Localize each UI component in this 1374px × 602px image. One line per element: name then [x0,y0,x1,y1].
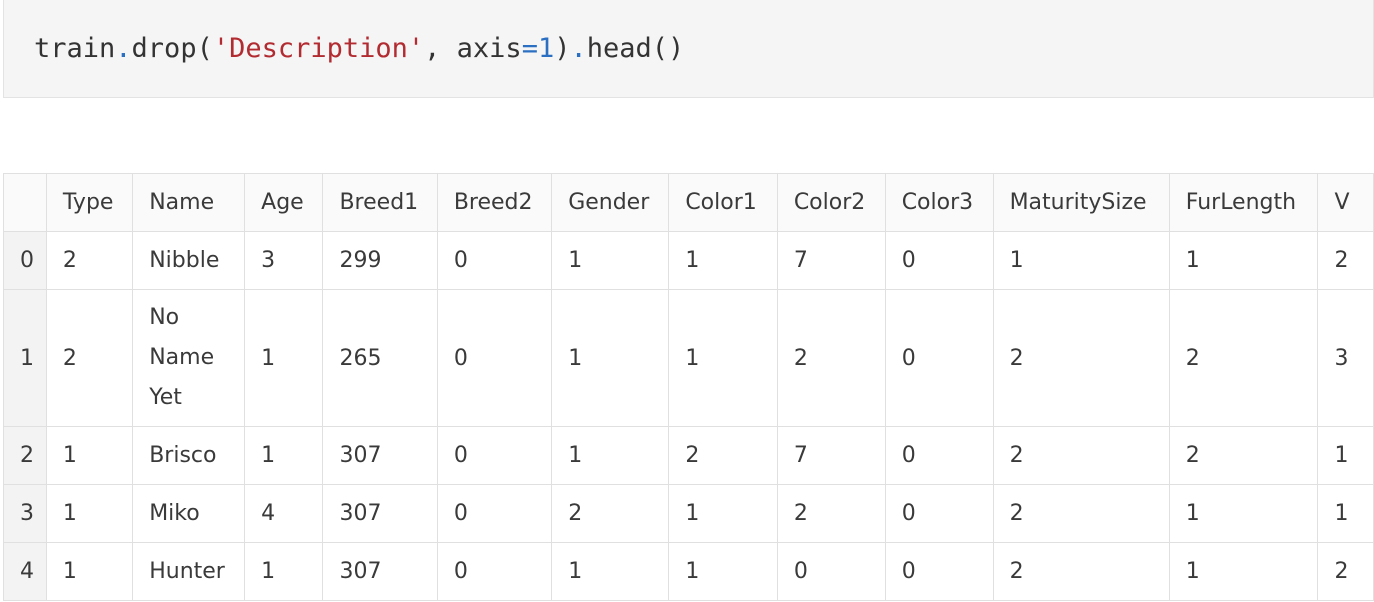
row-index: 4 [3,542,47,601]
column-header: Breed1 [322,173,438,232]
table-cell: 1 [1168,542,1319,601]
table-cell: 1 [45,542,134,601]
table-cell: 1 [668,289,778,427]
code-token-kwarg: , axis [424,33,522,64]
table-cell: No Name Yet [132,289,246,427]
code-line: train.drop('Description', axis=1).head() [34,29,684,69]
table-cell: 7 [776,231,886,290]
table-cell: 0 [884,426,994,485]
code-cell[interactable]: train.drop('Description', axis=1).head() [3,0,1374,98]
code-token-paren: ) [554,33,571,64]
table-cell: 3 [244,231,324,290]
table-row: 0 2 Nibble 3 299 0 1 1 7 0 1 1 2 [3,231,1374,290]
column-header: MaturitySize [992,173,1170,232]
table-cell: 1 [1317,484,1374,543]
table-cell: 1 [551,426,670,485]
table-cell: 2 [668,426,778,485]
code-token-equals: = [521,33,538,64]
code-token-object: train [34,33,116,64]
table-row: 2 1 Brisco 1 307 0 1 2 7 0 2 2 1 [3,426,1374,485]
table-cell: 1 [45,426,134,485]
notebook-page: train.drop('Description', axis=1).head() [0,0,1374,602]
table-cell: 1 [1317,426,1374,485]
table-cell: 0 [776,542,886,601]
table-cell: 1 [1168,484,1319,543]
table-cell: 1 [668,231,778,290]
table-cell: 2 [992,426,1170,485]
table-cell: 307 [322,542,438,601]
table-cell: 299 [322,231,438,290]
table-cell: Hunter [132,542,246,601]
column-header: V [1317,173,1374,232]
table-cell: 1 [244,289,324,427]
table-cell: 1 [551,231,670,290]
table-cell: 4 [244,484,324,543]
table-cell: Miko [132,484,246,543]
column-header: Gender [551,173,670,232]
table-header-row: Type Name Age Breed1 Breed2 Gender Color… [3,173,1374,232]
table-cell: 2 [45,231,134,290]
table-cell: 307 [322,484,438,543]
table-cell: 2 [1168,289,1319,427]
table-cell: 2 [992,289,1170,427]
table-cell: 0 [436,542,553,601]
table-cell: 2 [992,484,1170,543]
table-cell: Nibble [132,231,246,290]
row-index: 2 [3,426,47,485]
code-token-method: head() [586,33,685,64]
table-cell: 2 [551,484,670,543]
table-row: 4 1 Hunter 1 307 0 1 1 0 0 2 1 2 [3,542,1374,601]
table-cell: 7 [776,426,886,485]
table-cell: 0 [884,542,994,601]
table-cell: 2 [776,289,886,427]
code-token-string: 'Description' [212,33,425,64]
table-cell: 1 [992,231,1170,290]
code-token-dot: . [570,33,587,64]
column-header: FurLength [1168,173,1319,232]
table-cell: 265 [322,289,438,427]
column-header: Name [132,173,246,232]
table-cell: 2 [776,484,886,543]
column-header: Type [45,173,134,232]
table-cell: 1 [668,484,778,543]
column-header: Color2 [776,173,886,232]
table-cell: 0 [436,289,553,427]
column-header: Color1 [668,173,778,232]
code-token-number: 1 [537,33,555,64]
table-cell: 1 [244,426,324,485]
table-cell: 1 [244,542,324,601]
table-cell: 2 [1317,542,1374,601]
table-cell: 2 [45,289,134,427]
column-header-index [3,173,47,232]
table-cell: 1 [551,542,670,601]
code-token-dot: . [115,33,132,64]
column-header: Breed2 [436,173,553,232]
output-table-container[interactable]: Type Name Age Breed1 Breed2 Gender Color… [3,173,1374,602]
table-cell: 307 [322,426,438,485]
table-cell: 2 [1317,231,1374,290]
table-cell: Brisco [132,426,246,485]
column-header: Color3 [884,173,994,232]
table-cell: 0 [436,484,553,543]
table-cell: 0 [884,484,994,543]
dataframe-table: Type Name Age Breed1 Breed2 Gender Color… [3,173,1374,601]
table-cell: 0 [436,426,553,485]
table-cell: 1 [1168,231,1319,290]
table-row: 1 2 No Name Yet 1 265 0 1 1 2 0 2 2 3 [3,289,1374,427]
table-cell: 1 [668,542,778,601]
code-token-method: drop( [131,33,213,64]
table-cell: 0 [884,289,994,427]
table-cell: 0 [884,231,994,290]
table-cell: 2 [1168,426,1319,485]
table-row: 3 1 Miko 4 307 0 2 1 2 0 2 1 1 [3,484,1374,543]
row-index: 0 [3,231,47,290]
table-cell: 3 [1317,289,1374,427]
table-cell: 2 [992,542,1170,601]
table-cell: 0 [436,231,553,290]
column-header: Age [244,173,324,232]
table-cell: 1 [45,484,134,543]
row-index: 1 [3,289,47,427]
table-cell: 1 [551,289,670,427]
row-index: 3 [3,484,47,543]
